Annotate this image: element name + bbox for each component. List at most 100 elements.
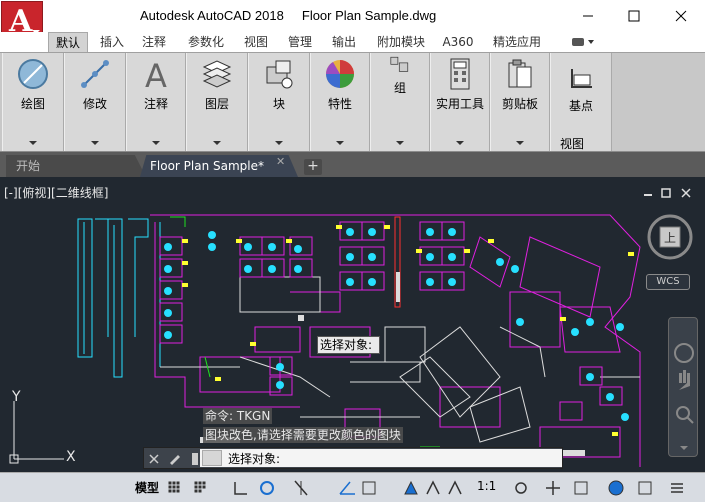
annotation-scale-icon [426,480,440,495]
wcs-menu[interactable]: WCS [646,274,690,290]
tab-output[interactable]: 输出 [326,32,362,52]
minimize-icon [583,15,593,17]
ribbon-group-layers[interactable]: 图层 [186,53,248,151]
chevron-down-icon[interactable] [516,141,524,145]
ribbon-group-properties[interactable]: 特性 [310,53,370,151]
ribbon-group-block[interactable]: 块 [248,53,310,151]
tab-a360[interactable]: A360 [438,32,478,52]
tab-manage[interactable]: 管理 [282,32,318,52]
chevron-down-icon[interactable] [456,141,464,145]
tab-addins[interactable]: 附加模块 [368,32,434,52]
annotation-icon: A [145,57,167,91]
ribbon-panel: 绘图 修改 A 注释 图层 块 特性 组 实用工具 剪贴板 基点 视图 [0,52,705,152]
ucs-y-label: Y [11,389,21,405]
ribbon-group-label: 基点 [568,99,593,113]
viewport-controls-label[interactable]: [-][俯视][二维线框] [4,184,108,201]
select-objects-tooltip: 选择对象: [317,336,380,354]
snap-icon [194,481,206,493]
chevron-down-icon[interactable] [275,141,283,145]
draw-icon [18,59,48,89]
steering-wheel-icon [674,343,694,363]
navigation-bar[interactable] [668,317,698,457]
command-history-line: 图块改色,请选择需要更改颜色的图块 [203,427,403,443]
close-button[interactable] [658,0,704,32]
command-line-tools[interactable] [148,451,200,467]
isolate-icon [574,481,588,495]
command-input[interactable]: 选择对象: [200,449,562,467]
ribbon-group-label: 实用工具 [435,97,484,111]
tab-featured-apps[interactable]: 精选应用 [484,32,550,52]
tab-insert[interactable]: 插入 [94,32,130,52]
tab-start[interactable]: 开始 [6,155,146,177]
ortho-icon [234,482,247,495]
drawing-canvas[interactable]: [-][俯视][二维线框] 上 WCS 选择对象: 命令: TKGN 图块改色,… [0,177,705,472]
tab-floor-plan[interactable]: Floor Plan Sample* [140,155,298,177]
close-icon[interactable]: ✕ [276,155,285,168]
group-icon [390,56,409,72]
tab-annotate[interactable]: 注释 [136,32,172,52]
osnap-icon [362,481,376,495]
pan-icon [679,370,690,390]
ribbon-group-label: 剪贴板 [501,97,538,111]
chevron-down-icon[interactable] [91,141,99,145]
viewport-window-controls[interactable] [640,187,700,201]
ucs-x-label: X [66,449,76,465]
new-tab-button[interactable]: + [304,159,322,175]
minimize-button[interactable] [565,0,611,32]
command-prompt-text: 选择对象: [228,452,281,466]
ribbon-group-utilities[interactable]: 实用工具 [430,53,490,151]
command-prompt-icon[interactable] [202,450,222,466]
ribbon-group-label: 特性 [327,97,352,111]
status-bar-toggles[interactable] [165,476,705,500]
model-space-toggle[interactable]: 模型 [135,479,159,496]
chevron-down-icon[interactable] [336,141,344,145]
wrench-icon [170,455,180,465]
ribbon-group-label: 块 [272,97,285,111]
command-line: 选择对象: [143,447,563,469]
svg-text:上: 上 [664,231,676,245]
workspace-gear-icon [515,482,527,494]
viewcube-icon[interactable]: 上 [646,213,694,261]
svg-text:A: A [145,57,167,91]
title-bar: A Autodesk AutoCAD 2018 Floor Plan Sampl… [0,0,705,41]
chevron-down-icon[interactable] [213,141,221,145]
chevron-down-icon[interactable] [29,141,37,145]
ribbon-group-group[interactable]: 组 [370,53,430,151]
ribbon-group-modify[interactable]: 修改 [64,53,126,151]
modify-icon [81,60,109,88]
calculator-icon [450,58,470,90]
object-snap-tracking-icon [339,481,355,495]
chevron-down-icon [680,446,688,450]
grid-icon [168,481,180,493]
clipboard-icon [508,59,532,88]
ribbon-group-view[interactable]: 基点 视图 [550,53,612,151]
tab-default[interactable]: 默认 [48,32,88,52]
hardware-acceleration-icon [608,480,624,496]
properties-icon [326,60,354,88]
chevron-down-icon[interactable] [152,141,160,145]
polar-icon [260,481,274,495]
ribbon-group-draw[interactable]: 绘图 [2,53,64,151]
ribbon-group-label: 组 [393,81,406,95]
ribbon-group-label: 注释 [143,97,168,111]
ribbon-group-label: 绘图 [20,97,45,111]
ribbon-group-label: 修改 [82,97,107,111]
annotation-scale-value[interactable]: 1:1 [477,479,496,493]
maximize-button[interactable] [611,0,657,32]
ribbon-options-icon[interactable] [570,36,596,48]
document-tab-bar: 开始 Floor Plan Sample* ✕ + [0,152,705,177]
ribbon-group-annotation[interactable]: A 注释 [126,53,186,151]
tab-view[interactable]: 视图 [238,32,274,52]
block-icon [266,60,293,89]
ucs-icon: Y X [9,389,76,465]
tab-parametric[interactable]: 参数化 [178,32,234,52]
view-panel-label[interactable]: 视图 [533,135,611,152]
layers-icon [202,60,232,88]
clean-screen-icon [638,481,652,495]
close-icon [675,10,687,22]
basepoint-icon [571,69,592,88]
chevron-down-icon[interactable] [396,141,404,145]
status-bar: 模型 1:1 [0,472,705,502]
maximize-icon [628,10,640,22]
command-history-line: 命令: TKGN [203,408,273,424]
